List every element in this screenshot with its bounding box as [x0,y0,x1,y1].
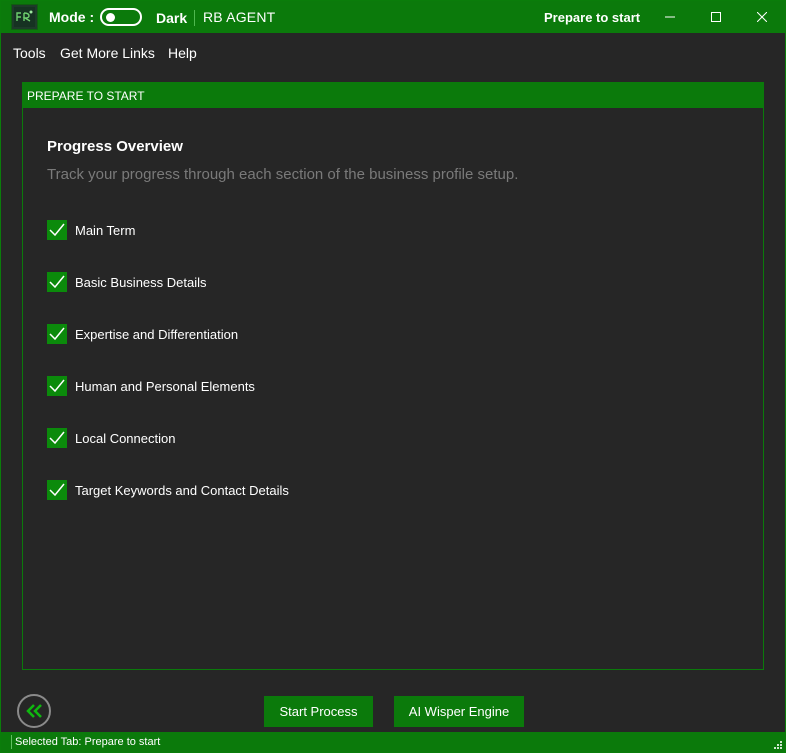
toggle-knob [106,13,115,22]
menu-get-more-links[interactable]: Get More Links [60,45,155,61]
back-button[interactable] [17,694,51,728]
progress-overview-description: Track your progress through each section… [47,166,519,183]
checklist-label: Main Term [75,223,136,238]
minimize-button[interactable] [648,1,692,33]
checkbox[interactable] [47,480,67,500]
status-separator [11,735,12,749]
menu-bar: Tools Get More Links Help [1,33,785,71]
double-chevron-left-icon [26,704,42,718]
ai-wisper-engine-button[interactable]: AI Wisper Engine [394,696,524,727]
maximize-icon [711,12,721,22]
checkmark-icon [49,223,65,237]
checkmark-icon [49,379,65,393]
minimize-icon [665,16,675,18]
checkbox[interactable] [47,324,67,344]
progress-overview-title: Progress Overview [47,138,183,155]
checkmark-icon [49,431,65,445]
checklist-label: Human and Personal Elements [75,379,255,394]
checklist-label: Expertise and Differentiation [75,327,239,342]
title-separator [194,10,195,26]
checklist-label: Basic Business Details [75,275,207,290]
checkbox[interactable] [47,220,67,240]
app-logo-icon [11,4,38,30]
checkbox[interactable] [47,428,67,448]
app-window: Mode : Dark RB AGENT Prepare to start To… [0,0,786,753]
dark-mode-label: Dark [156,10,188,26]
mode-label: Mode : [49,9,95,25]
checklist-label: Target Keywords and Contact Details [75,483,289,498]
menu-help[interactable]: Help [168,45,197,61]
status-text: Selected Tab: Prepare to start [15,736,161,748]
title-bar: Mode : Dark RB AGENT Prepare to start [1,1,785,33]
menu-tools[interactable]: Tools [13,45,46,61]
panel-header: PREPARE TO START [23,83,763,108]
dark-mode-toggle[interactable] [100,8,142,26]
app-name: RB AGENT [203,9,276,25]
prepare-panel: PREPARE TO START Progress Overview Track… [22,82,764,670]
panel-header-text: PREPARE TO START [27,89,145,103]
resize-grip-icon[interactable] [772,739,782,749]
checkmark-icon [49,483,65,497]
checklist-label: Local Connection [75,431,176,446]
checkbox[interactable] [47,376,67,396]
checkbox[interactable] [47,272,67,292]
window-title: Prepare to start [544,10,641,25]
close-button[interactable] [740,1,784,33]
status-bar: Selected Tab: Prepare to start [1,732,785,752]
checkmark-icon [49,327,65,341]
close-icon [757,12,767,22]
maximize-button[interactable] [694,1,738,33]
start-process-button[interactable]: Start Process [264,696,373,727]
checkmark-icon [49,275,65,289]
